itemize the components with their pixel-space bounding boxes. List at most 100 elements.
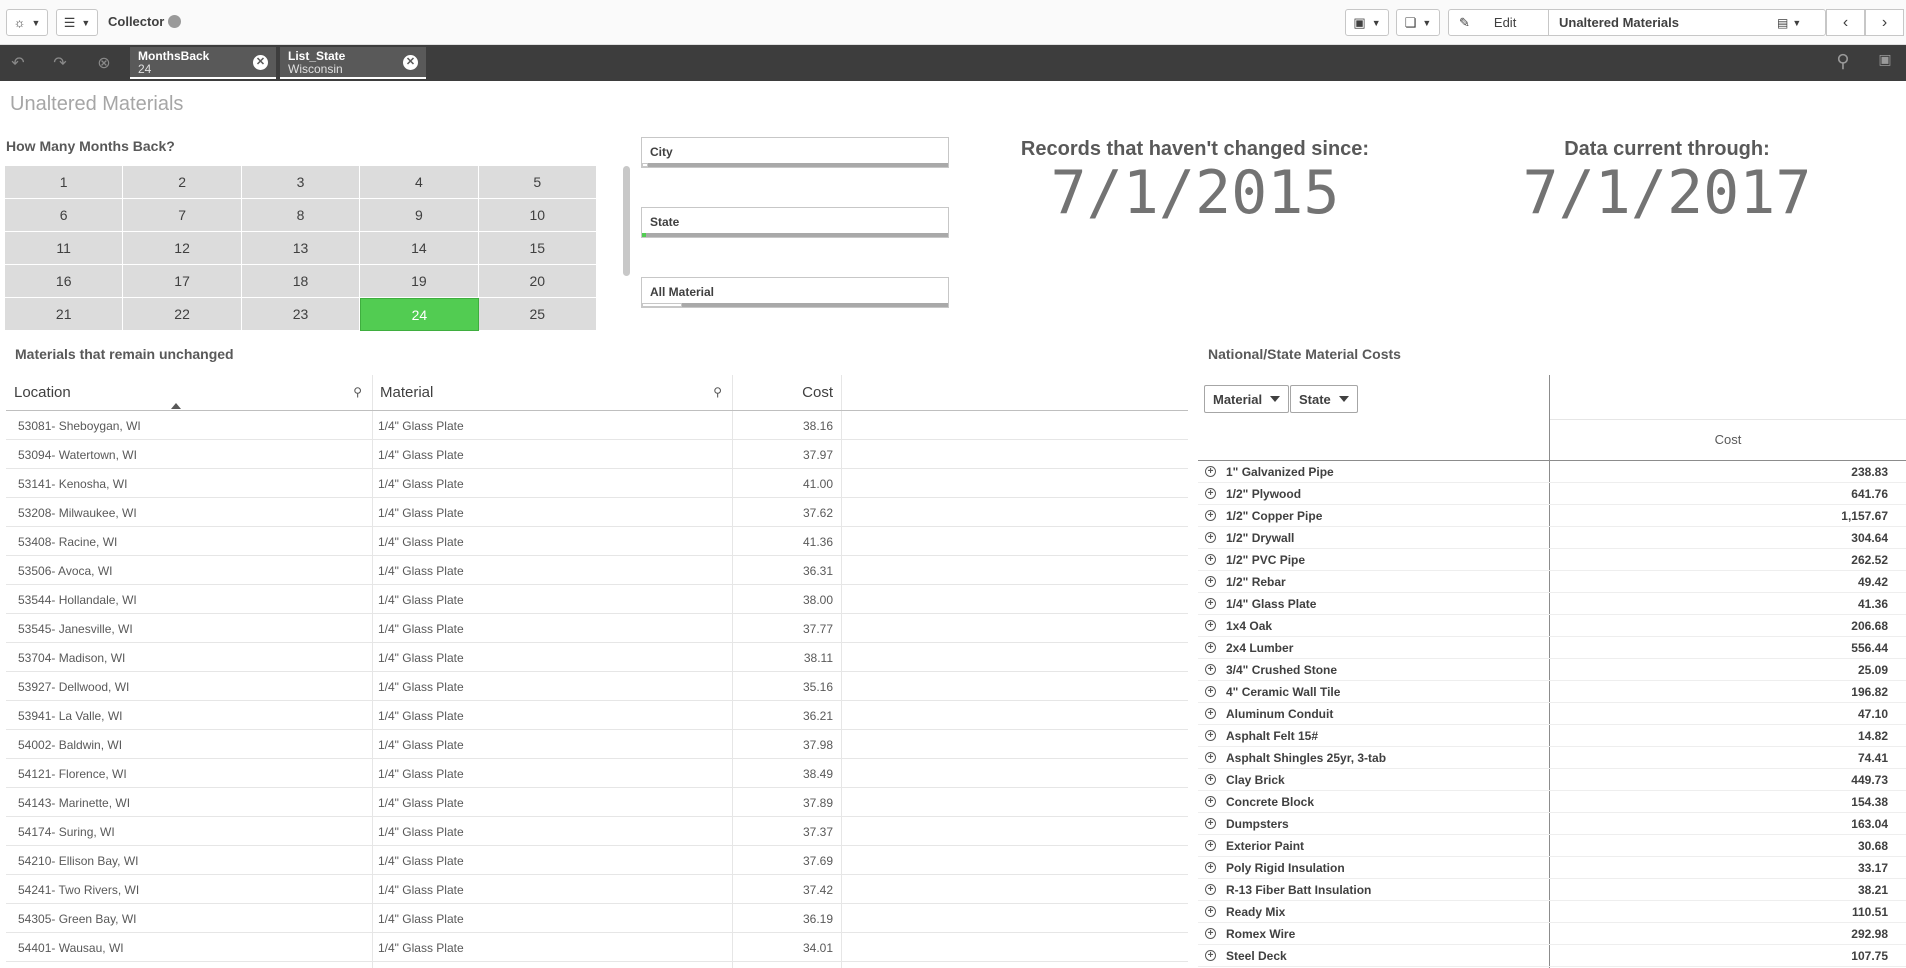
month-option[interactable]: 8	[241, 199, 361, 232]
table-row[interactable]: 53094- Watertown, WI 1/4" Glass Plate 37.9…	[6, 440, 1188, 469]
expand-icon[interactable]: +	[1205, 466, 1216, 477]
expand-icon[interactable]: +	[1205, 554, 1216, 565]
step-back-button[interactable]: ↶	[6, 53, 30, 73]
table-row[interactable]: 53081- Sheboygan, WI 1/4" Glass Plate 38.1…	[6, 411, 1188, 440]
month-option[interactable]: 18	[241, 265, 361, 298]
month-option[interactable]: 5	[478, 166, 597, 199]
table-row[interactable]: 54401- Wausau, WI 1/4" Glass Plate 34.01	[6, 933, 1188, 962]
cost-column-header[interactable]: Cost	[732, 375, 841, 411]
city-filter-pane[interactable]: City	[641, 137, 949, 168]
expand-icon[interactable]: +	[1205, 906, 1216, 917]
table-row[interactable]: 54174- Suring, WI 1/4" Glass Plate 37.37	[6, 817, 1188, 846]
month-option[interactable]: 19	[360, 265, 479, 298]
table-row[interactable]: 53408- Racine, WI 1/4" Glass Plate 41.36	[6, 527, 1188, 556]
cost-measure-header: Cost	[1714, 432, 1742, 447]
month-option[interactable]: 13	[241, 232, 361, 265]
table-row[interactable]: 54210- Ellison Bay, WI 1/4" Glass Plate 37…	[6, 846, 1188, 875]
month-option[interactable]: 1	[5, 166, 124, 199]
search-icon[interactable]: ⚲	[713, 385, 722, 399]
table-row[interactable]: 53208- Milwaukee, WI 1/4" Glass Plate 37.6…	[6, 498, 1188, 527]
month-option[interactable]: 17	[123, 265, 242, 298]
expand-icon[interactable]: +	[1205, 708, 1216, 719]
month-option[interactable]: 21	[5, 298, 124, 331]
table-row[interactable]: 54305- Green Bay, WI 1/4" Glass Plate 36.1…	[6, 904, 1188, 933]
navigation-menu-button[interactable]: ☼ ▼	[6, 9, 48, 36]
search-icon[interactable]: ⚲	[353, 385, 362, 399]
month-option[interactable]: 25	[478, 298, 597, 331]
table-row[interactable]: 53941- La Valle, WI 1/4" Glass Plate 36.21	[6, 701, 1188, 730]
table-row[interactable]: 53545- Janesville, WI 1/4" Glass Plate 37.…	[6, 614, 1188, 643]
month-option[interactable]: 16	[5, 265, 124, 298]
expand-icon[interactable]: +	[1205, 928, 1216, 939]
month-option[interactable]: 14	[360, 232, 479, 265]
month-option[interactable]: 12	[123, 232, 242, 265]
month-option[interactable]: 15	[478, 232, 597, 265]
close-icon[interactable]: ✕	[253, 55, 268, 70]
months-scrollbar[interactable]	[623, 166, 630, 276]
expand-icon[interactable]: +	[1205, 510, 1216, 521]
month-option[interactable]: 23	[241, 298, 361, 331]
expand-icon[interactable]: +	[1205, 796, 1216, 807]
story-button[interactable]: ▣ ▼	[1345, 9, 1389, 36]
expand-icon[interactable]: +	[1205, 664, 1216, 675]
selection-chip-list-state[interactable]: List_State Wisconsin ✕	[280, 47, 426, 79]
month-option[interactable]: 2	[123, 166, 242, 199]
expand-icon[interactable]: +	[1205, 862, 1216, 873]
material-dimension-button[interactable]: Material	[1204, 385, 1290, 413]
location-column-header[interactable]: Location ⚲	[6, 375, 372, 411]
material-column-header[interactable]: Material ⚲	[372, 375, 732, 411]
month-option[interactable]: 22	[123, 298, 242, 331]
previous-sheet-button[interactable]: ‹	[1826, 9, 1865, 36]
month-option[interactable]: 9	[360, 199, 479, 232]
table-row[interactable]: 54241- Two Rivers, WI 1/4" Glass Plate 37.…	[6, 875, 1188, 904]
month-option[interactable]: 3	[241, 166, 361, 199]
expand-icon[interactable]: +	[1205, 774, 1216, 785]
expand-icon[interactable]: +	[1205, 576, 1216, 587]
month-option[interactable]: 24	[360, 298, 479, 331]
material-cell: 1/4" Glass Plate	[378, 912, 464, 926]
expand-icon[interactable]: +	[1205, 840, 1216, 851]
expand-icon[interactable]: +	[1205, 950, 1216, 961]
month-option[interactable]: 11	[5, 232, 124, 265]
expand-icon[interactable]: +	[1205, 884, 1216, 895]
step-forward-button[interactable]: ↷	[48, 53, 72, 73]
expand-icon[interactable]: +	[1205, 686, 1216, 697]
month-option[interactable]: 6	[5, 199, 124, 232]
next-sheet-button[interactable]: ›	[1865, 9, 1904, 36]
table-row[interactable]: 53927- Dellwood, WI 1/4" Glass Plate 35.16	[6, 672, 1188, 701]
month-option[interactable]: 20	[478, 265, 597, 298]
expand-icon[interactable]: +	[1205, 752, 1216, 763]
selection-chip-monthsback[interactable]: MonthsBack 24 ✕	[130, 47, 276, 79]
edit-button[interactable]: ✎ Edit	[1449, 10, 1549, 35]
expand-icon[interactable]: +	[1205, 598, 1216, 609]
search-button[interactable]: ⚲	[1830, 51, 1856, 75]
since-kpi-value: 7/1/2015	[1050, 158, 1340, 228]
state-dimension-button[interactable]: State	[1290, 385, 1358, 413]
material-filter-pane[interactable]: All Material	[641, 277, 949, 308]
global-menu-button[interactable]: ☰ ▼	[56, 9, 98, 36]
table-row[interactable]: 53704- Madison, WI 1/4" Glass Plate 38.11	[6, 643, 1188, 672]
close-icon[interactable]: ✕	[403, 55, 418, 70]
expand-icon[interactable]: +	[1205, 488, 1216, 499]
month-option[interactable]: 10	[478, 199, 597, 232]
bookmark-button[interactable]: ❏ ▼	[1396, 9, 1440, 36]
month-option[interactable]: 7	[123, 199, 242, 232]
table-row[interactable]: 53544- Hollandale, WI 1/4" Glass Plate 38.…	[6, 585, 1188, 614]
cost-value: 74.41	[1857, 751, 1888, 765]
table-row[interactable]: 53506- Avoca, WI 1/4" Glass Plate 36.31	[6, 556, 1188, 585]
table-row[interactable]: 54143- Marinette, WI 1/4" Glass Plate 37.8…	[6, 788, 1188, 817]
state-filter-pane[interactable]: State	[641, 207, 949, 238]
material-cell: 1/4" Glass Plate	[378, 854, 464, 868]
expand-icon[interactable]: +	[1205, 620, 1216, 631]
clear-all-button[interactable]: ⊗	[92, 53, 116, 73]
table-row[interactable]: 54002- Baldwin, WI 1/4" Glass Plate 37.98	[6, 730, 1188, 759]
expand-icon[interactable]: +	[1205, 532, 1216, 543]
selections-tool-button[interactable]: ▣	[1872, 51, 1898, 75]
month-option[interactable]: 4	[360, 166, 479, 199]
expand-icon[interactable]: +	[1205, 730, 1216, 741]
expand-icon[interactable]: +	[1205, 818, 1216, 829]
table-row[interactable]: 54121- Florence, WI 1/4" Glass Plate 38.49	[6, 759, 1188, 788]
expand-icon[interactable]: +	[1205, 642, 1216, 653]
table-row[interactable]: 53141- Kenosha, WI 1/4" Glass Plate 41.00	[6, 469, 1188, 498]
sheet-menu-button[interactable]: ▤ ▼	[1777, 16, 1825, 30]
